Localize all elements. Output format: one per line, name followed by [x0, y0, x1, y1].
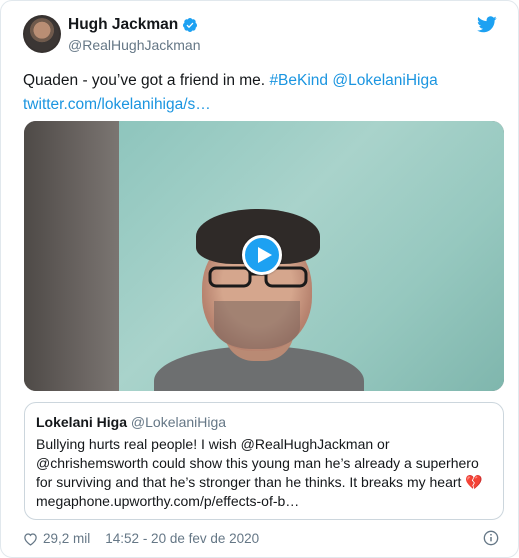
video-background-left — [24, 121, 124, 391]
play-icon[interactable] — [242, 235, 282, 275]
author-name[interactable]: Hugh Jackman — [68, 16, 178, 34]
quoted-tweet[interactable]: Lokelani Higa @LokelaniHiga Bullying hur… — [24, 402, 504, 520]
author-avatar[interactable] — [23, 15, 61, 53]
mention-link[interactable]: @LokelaniHiga — [332, 72, 437, 89]
author-handle[interactable]: @RealHughJackman — [68, 37, 201, 53]
tweet-embed-card: Hugh Jackman @RealHughJackman Quaden - y… — [0, 0, 519, 558]
tweet-url-link[interactable]: twitter.com/lokelanihiga/s… — [23, 96, 211, 113]
tweet-text-body: Quaden - you’ve got a friend in me. — [23, 72, 266, 89]
quoted-text-line3: for surviving and that he’s stronger tha… — [36, 474, 462, 490]
quoted-author-handle: @LokelaniHiga — [130, 414, 227, 430]
tweet-text: Quaden - you’ve got a friend in me. #BeK… — [23, 69, 503, 117]
quoted-author-name: Lokelani Higa — [36, 414, 128, 430]
video-person-beard — [214, 301, 300, 349]
hashtag-link[interactable]: #BeKind — [269, 72, 328, 89]
tweet-timestamp[interactable]: 14:52 - 20 de fev de 2020 — [105, 531, 259, 546]
quoted-tweet-link: megaphone.upworthy.com/p/effects-of-b… — [36, 493, 300, 509]
heart-icon[interactable] — [23, 532, 38, 546]
like-count[interactable]: 29,2 mil — [43, 531, 90, 546]
twitter-bird-icon[interactable] — [477, 16, 497, 33]
quoted-text-line2: @chrishemsworth could show this young ma… — [36, 455, 479, 471]
tweet-footer: 29,2 mil 14:52 - 20 de fev de 2020 — [23, 531, 259, 546]
broken-heart-emoji-icon: 💔 — [465, 474, 483, 490]
quoted-text-line1: Bullying hurts real people! I wish @Real… — [36, 436, 390, 452]
quoted-tweet-text: Bullying hurts real people! I wish @Real… — [36, 435, 494, 511]
quoted-tweet-header: Lokelani Higa @LokelaniHiga — [36, 413, 492, 432]
author-name-row[interactable]: Hugh Jackman — [68, 16, 198, 34]
video-thumbnail[interactable] — [24, 121, 504, 391]
verified-badge-icon — [183, 18, 198, 32]
info-icon[interactable] — [483, 530, 499, 546]
